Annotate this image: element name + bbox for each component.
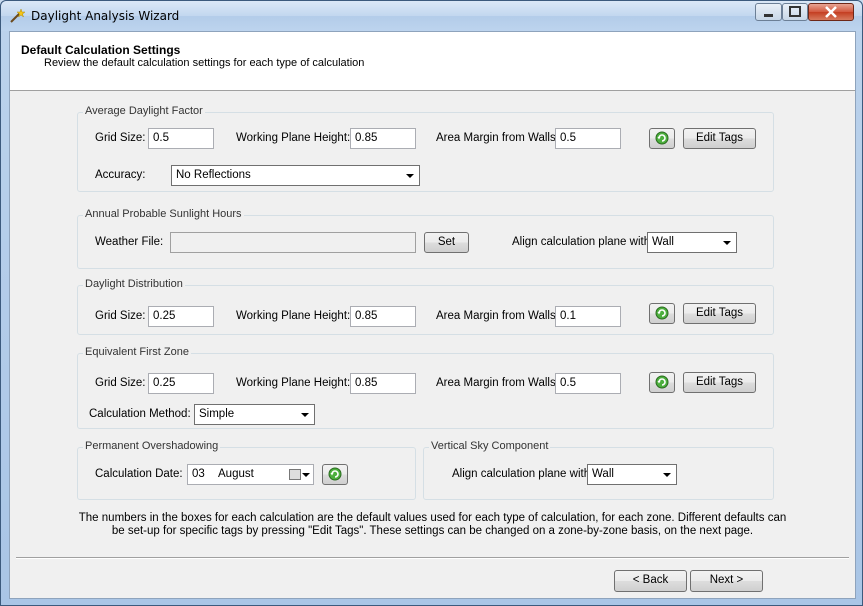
apsh-weather-file-label: Weather File: xyxy=(95,236,164,248)
back-button[interactable]: < Back xyxy=(614,570,687,592)
efz-refresh-button[interactable] xyxy=(649,372,675,393)
chevron-down-icon xyxy=(663,473,671,477)
dd-grid-size-input[interactable]: 0.25 xyxy=(148,306,214,327)
efz-calc-method-dropdown[interactable]: Simple xyxy=(194,404,315,425)
wizard-client-area: Default Calculation Settings Review the … xyxy=(9,31,856,599)
efz-calc-method-label: Calculation Method: xyxy=(89,408,191,420)
chevron-down-icon xyxy=(723,241,731,245)
maximize-icon xyxy=(789,6,801,17)
efz-calc-method-value: Simple xyxy=(199,408,235,420)
adf-working-plane-input[interactable]: 0.85 xyxy=(350,128,416,149)
page-title: Default Calculation Settings xyxy=(21,43,181,57)
po-calc-date-label: Calculation Date: xyxy=(95,468,183,480)
efz-edit-tags-button[interactable]: Edit Tags xyxy=(683,372,756,393)
group-vertical-sky-component: Vertical Sky Component Align calculation… xyxy=(423,440,774,500)
chevron-down-icon xyxy=(406,174,414,178)
efz-working-plane-input[interactable]: 0.85 xyxy=(350,373,416,394)
apsh-align-dropdown[interactable]: Wall xyxy=(647,232,737,253)
refresh-icon xyxy=(328,467,342,481)
info-text-line-2: be set-up for specific tags by pressing … xyxy=(111,525,754,537)
calendar-icon[interactable] xyxy=(289,469,301,480)
efz-grid-size-label: Grid Size: xyxy=(95,377,146,389)
group-label-adf: Average Daylight Factor xyxy=(83,105,205,117)
group-label-efz: Equivalent First Zone xyxy=(83,346,191,358)
dd-edit-tags-button[interactable]: Edit Tags xyxy=(683,303,756,324)
dd-refresh-button[interactable] xyxy=(649,303,675,324)
next-button[interactable]: Next > xyxy=(690,570,763,592)
adf-refresh-button[interactable] xyxy=(649,128,675,149)
footer-divider-highlight xyxy=(16,558,849,559)
adf-edit-tags-button[interactable]: Edit Tags xyxy=(683,128,756,149)
po-date-month: August xyxy=(218,468,254,480)
group-average-daylight-factor: Average Daylight Factor Grid Size: 0.5 W… xyxy=(77,105,774,192)
refresh-icon xyxy=(655,306,669,320)
adf-grid-size-label: Grid Size: xyxy=(95,132,146,144)
apsh-set-button[interactable]: Set xyxy=(424,232,469,253)
wizard-header: Default Calculation Settings Review the … xyxy=(10,32,855,90)
close-icon xyxy=(825,6,837,18)
group-label-vsc: Vertical Sky Component xyxy=(429,440,551,452)
po-refresh-button[interactable] xyxy=(322,464,348,485)
dd-working-plane-label: Working Plane Height: xyxy=(236,310,351,322)
wand-icon xyxy=(10,8,25,23)
close-button[interactable] xyxy=(808,3,854,21)
chevron-down-icon xyxy=(301,413,309,417)
dd-area-margin-input[interactable]: 0.1 xyxy=(555,306,621,327)
apsh-align-value: Wall xyxy=(652,236,674,248)
dd-area-margin-label: Area Margin from Walls: xyxy=(436,310,559,322)
vsc-align-value: Wall xyxy=(592,468,614,480)
title-bar[interactable]: Daylight Analysis Wizard xyxy=(1,1,862,31)
header-divider xyxy=(10,90,855,91)
group-label-dd: Daylight Distribution xyxy=(83,278,185,290)
group-label-apsh: Annual Probable Sunlight Hours xyxy=(83,208,244,220)
apsh-weather-file-input[interactable] xyxy=(170,232,416,253)
maximize-button[interactable] xyxy=(782,3,808,21)
refresh-icon xyxy=(655,375,669,389)
chevron-down-icon[interactable] xyxy=(302,473,310,477)
window-title: Daylight Analysis Wizard xyxy=(31,9,180,23)
adf-area-margin-input[interactable]: 0.5 xyxy=(555,128,621,149)
adf-accuracy-dropdown[interactable]: No Reflections xyxy=(171,165,420,186)
apsh-align-label: Align calculation plane with: xyxy=(512,236,654,248)
refresh-icon xyxy=(655,131,669,145)
vsc-align-label: Align calculation plane with: xyxy=(452,468,594,480)
vsc-align-dropdown[interactable]: Wall xyxy=(587,464,677,485)
group-annual-probable-sunlight-hours: Annual Probable Sunlight Hours Weather F… xyxy=(77,208,774,269)
next-button-label: Next > xyxy=(709,574,744,586)
efz-area-margin-label: Area Margin from Walls: xyxy=(436,377,559,389)
efz-working-plane-label: Working Plane Height: xyxy=(236,377,351,389)
back-button-label: < Back xyxy=(632,574,669,586)
page-subtitle: Review the default calculation settings … xyxy=(44,57,365,69)
po-date-day: 03 xyxy=(192,468,205,480)
adf-accuracy-label: Accuracy: xyxy=(95,169,146,181)
dd-grid-size-label: Grid Size: xyxy=(95,310,146,322)
adf-grid-size-input[interactable]: 0.5 xyxy=(148,128,214,149)
group-label-po: Permanent Overshadowing xyxy=(83,440,221,452)
group-daylight-distribution: Daylight Distribution Grid Size: 0.25 Wo… xyxy=(77,278,774,335)
po-calc-date-picker[interactable]: 03 August xyxy=(187,464,314,485)
adf-accuracy-value: No Reflections xyxy=(176,169,251,181)
wizard-window: Daylight Analysis Wizard Default Calcula… xyxy=(0,0,863,606)
efz-area-margin-input[interactable]: 0.5 xyxy=(555,373,621,394)
group-permanent-overshadowing: Permanent Overshadowing Calculation Date… xyxy=(77,440,416,500)
group-equivalent-first-zone: Equivalent First Zone Grid Size: 0.25 Wo… xyxy=(77,346,774,429)
minimize-icon xyxy=(764,14,773,17)
adf-area-margin-label: Area Margin from Walls: xyxy=(436,132,559,144)
efz-grid-size-input[interactable]: 0.25 xyxy=(148,373,214,394)
adf-working-plane-label: Working Plane Height: xyxy=(236,132,351,144)
minimize-button[interactable] xyxy=(755,3,782,21)
dd-working-plane-input[interactable]: 0.85 xyxy=(350,306,416,327)
info-text-line-1: The numbers in the boxes for each calcul… xyxy=(78,512,787,524)
